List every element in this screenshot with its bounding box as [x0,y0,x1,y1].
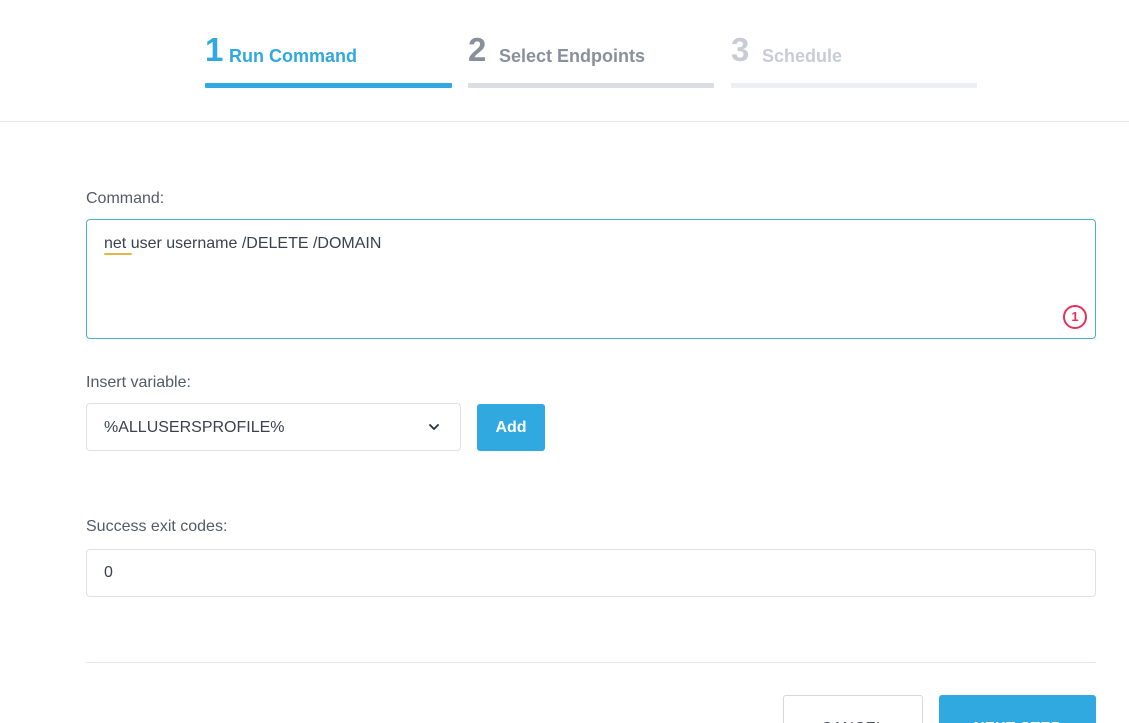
command-text: net user username /DELETE /DOMAIN [104,235,382,252]
step-number: 3 [731,31,750,68]
spellcheck-underline [104,253,132,255]
step-run-command[interactable]: 1 Run Command [205,30,452,88]
footer-divider [86,662,1096,663]
success-exit-codes-input[interactable] [86,549,1096,597]
variable-select-value: %ALLUSERSPROFILE% [104,419,285,436]
step-progress-bar [731,83,977,88]
step-label: Select Endpoints [499,46,646,66]
success-exit-codes-label: Success exit codes: [86,518,228,535]
insert-variable-label: Insert variable: [86,374,191,391]
step-schedule: 3 Schedule [731,30,977,88]
step-select-endpoints[interactable]: 2 Select Endpoints [468,30,714,88]
step-number: 1 [205,31,224,68]
cancel-button[interactable]: CANCEL [783,695,923,723]
command-label: Command: [86,190,165,207]
command-textarea[interactable]: net user username /DELETE /DOMAIN 1 [86,219,1096,339]
next-step-button[interactable]: NEXT STEP [939,695,1096,723]
step-label: Run Command [229,46,357,66]
stepper: 1 Run Command 2 Select Endpoints 3 Sched… [0,0,1129,122]
error-count-badge[interactable]: 1 [1063,305,1087,329]
chevron-down-icon [429,424,439,430]
step-progress-bar [205,83,452,88]
step-number: 2 [468,31,487,68]
step-label: Schedule [762,46,843,66]
step-progress-bar [468,83,714,88]
variable-select[interactable]: %ALLUSERSPROFILE% [86,403,461,451]
add-variable-button[interactable]: Add [477,404,545,451]
